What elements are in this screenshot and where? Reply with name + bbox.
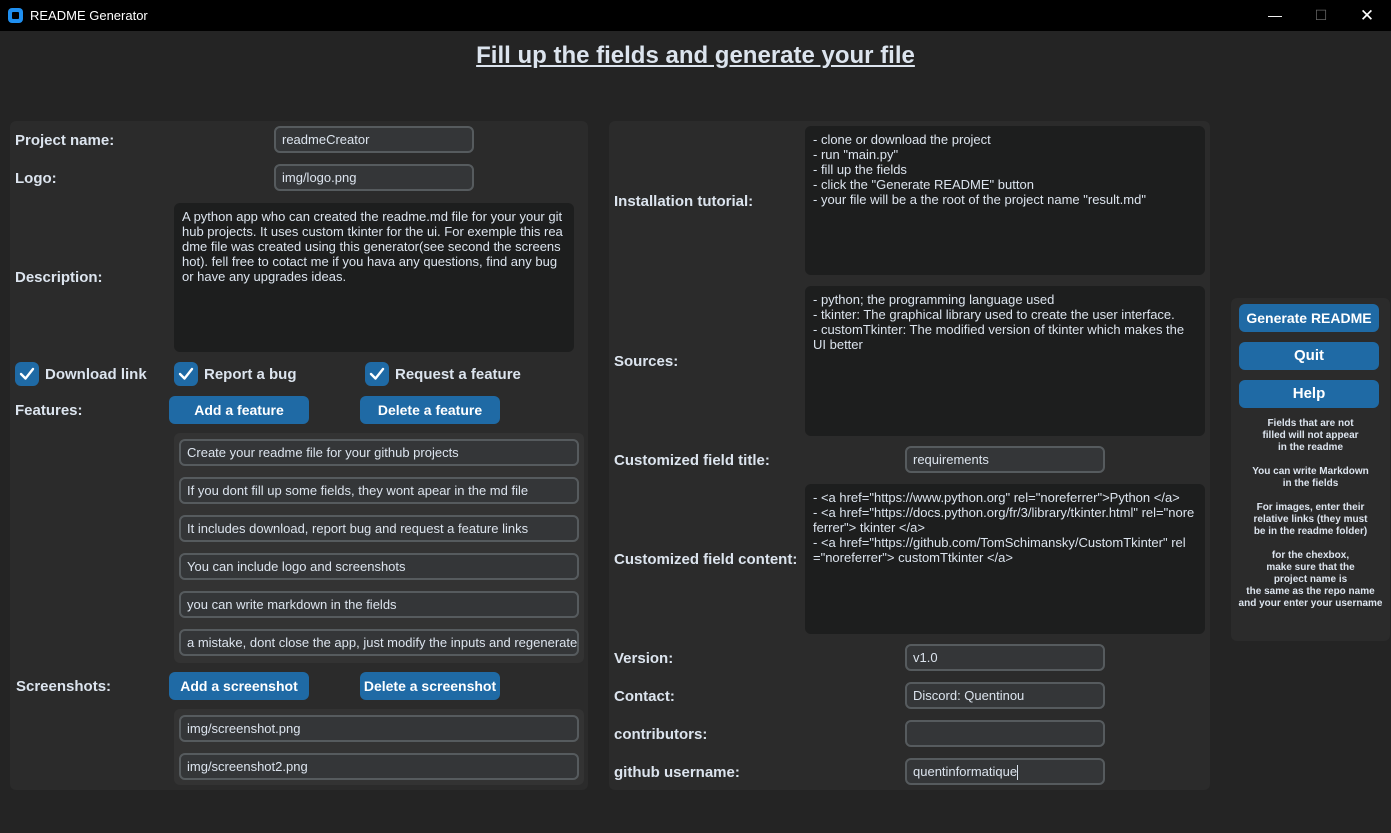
window-title: README Generator [30,8,148,23]
add-screenshot-button[interactable]: Add a screenshot [169,672,309,700]
project-name-input[interactable]: readmeCreator [274,126,474,153]
contact-label: Contact: [614,688,675,705]
close-button[interactable]: ✕ [1344,3,1390,28]
feature-item-3[interactable]: It includes download, report bug and req… [179,515,579,542]
screenshot-item-2[interactable]: img/screenshot2.png [179,753,579,780]
version-label: Version: [614,650,674,667]
installation-label: Installation tutorial: [614,193,754,210]
report-bug-label[interactable]: Report a bug [204,366,297,383]
description-label: Description: [15,269,103,286]
contributors-input[interactable] [905,720,1105,747]
installation-textbox[interactable]: - clone or download the project - run "m… [805,126,1205,275]
delete-feature-button[interactable]: Delete a feature [360,396,500,424]
download-link-checkbox[interactable] [15,362,39,386]
contributors-label: contributors: [614,726,708,743]
version-input[interactable]: v1.0 [905,644,1105,671]
feature-item-1[interactable]: Create your readme file for your github … [179,439,579,466]
feature-item-4[interactable]: You can include logo and screenshots [179,553,579,580]
feature-item-5[interactable]: you can write markdown in the fields [179,591,579,618]
minimize-button[interactable]: — [1252,3,1298,28]
report-bug-checkbox[interactable] [174,362,198,386]
help-text: Fields that are not filled will not appe… [1238,418,1383,609]
logo-input[interactable]: img/logo.png [274,164,474,191]
screenshots-label: Screenshots: [16,678,112,695]
logo-label: Logo: [15,170,57,187]
request-feature-label[interactable]: Request a feature [395,366,521,383]
maximize-button[interactable]: ☐ [1298,3,1344,28]
request-feature-checkbox[interactable] [365,362,389,386]
checkmark-icon [178,367,194,380]
features-label: Features: [15,402,83,419]
help-button[interactable]: Help [1239,380,1379,408]
sources-textbox[interactable]: - python; the programming language used … [805,286,1205,436]
custom-title-label: Customized field title: [614,452,770,469]
description-textbox[interactable]: A python app who can created the readme.… [174,203,574,352]
app-icon [8,8,23,23]
download-link-label[interactable]: Download link [45,366,147,383]
generate-readme-button[interactable]: Generate README [1239,304,1379,332]
github-username-value: quentinformatique [913,764,1018,779]
feature-item-6[interactable]: a mistake, dont close the app, just modi… [179,629,579,656]
sources-label: Sources: [614,353,679,370]
github-username-input[interactable]: quentinformatique [905,758,1105,785]
custom-title-input[interactable]: requirements [905,446,1105,473]
custom-content-textbox[interactable]: - <a href="https://www.python.org" rel="… [805,484,1205,634]
checkmark-icon [369,367,385,380]
add-feature-button[interactable]: Add a feature [169,396,309,424]
feature-item-2[interactable]: If you dont fill up some fields, they wo… [179,477,579,504]
custom-content-label: Customized field content: [614,551,798,568]
screenshot-item-1[interactable]: img/screenshot.png [179,715,579,742]
page-title: Fill up the fields and generate your fil… [476,42,915,69]
project-name-label: Project name: [15,132,115,149]
checkmark-icon [19,367,35,380]
window-titlebar: README Generator — ☐ ✕ [0,0,1391,31]
github-username-label: github username: [614,764,740,781]
delete-screenshot-button[interactable]: Delete a screenshot [360,672,500,700]
quit-button[interactable]: Quit [1239,342,1379,370]
contact-input[interactable]: Discord: Quentinou [905,682,1105,709]
text-caret [1017,765,1019,781]
